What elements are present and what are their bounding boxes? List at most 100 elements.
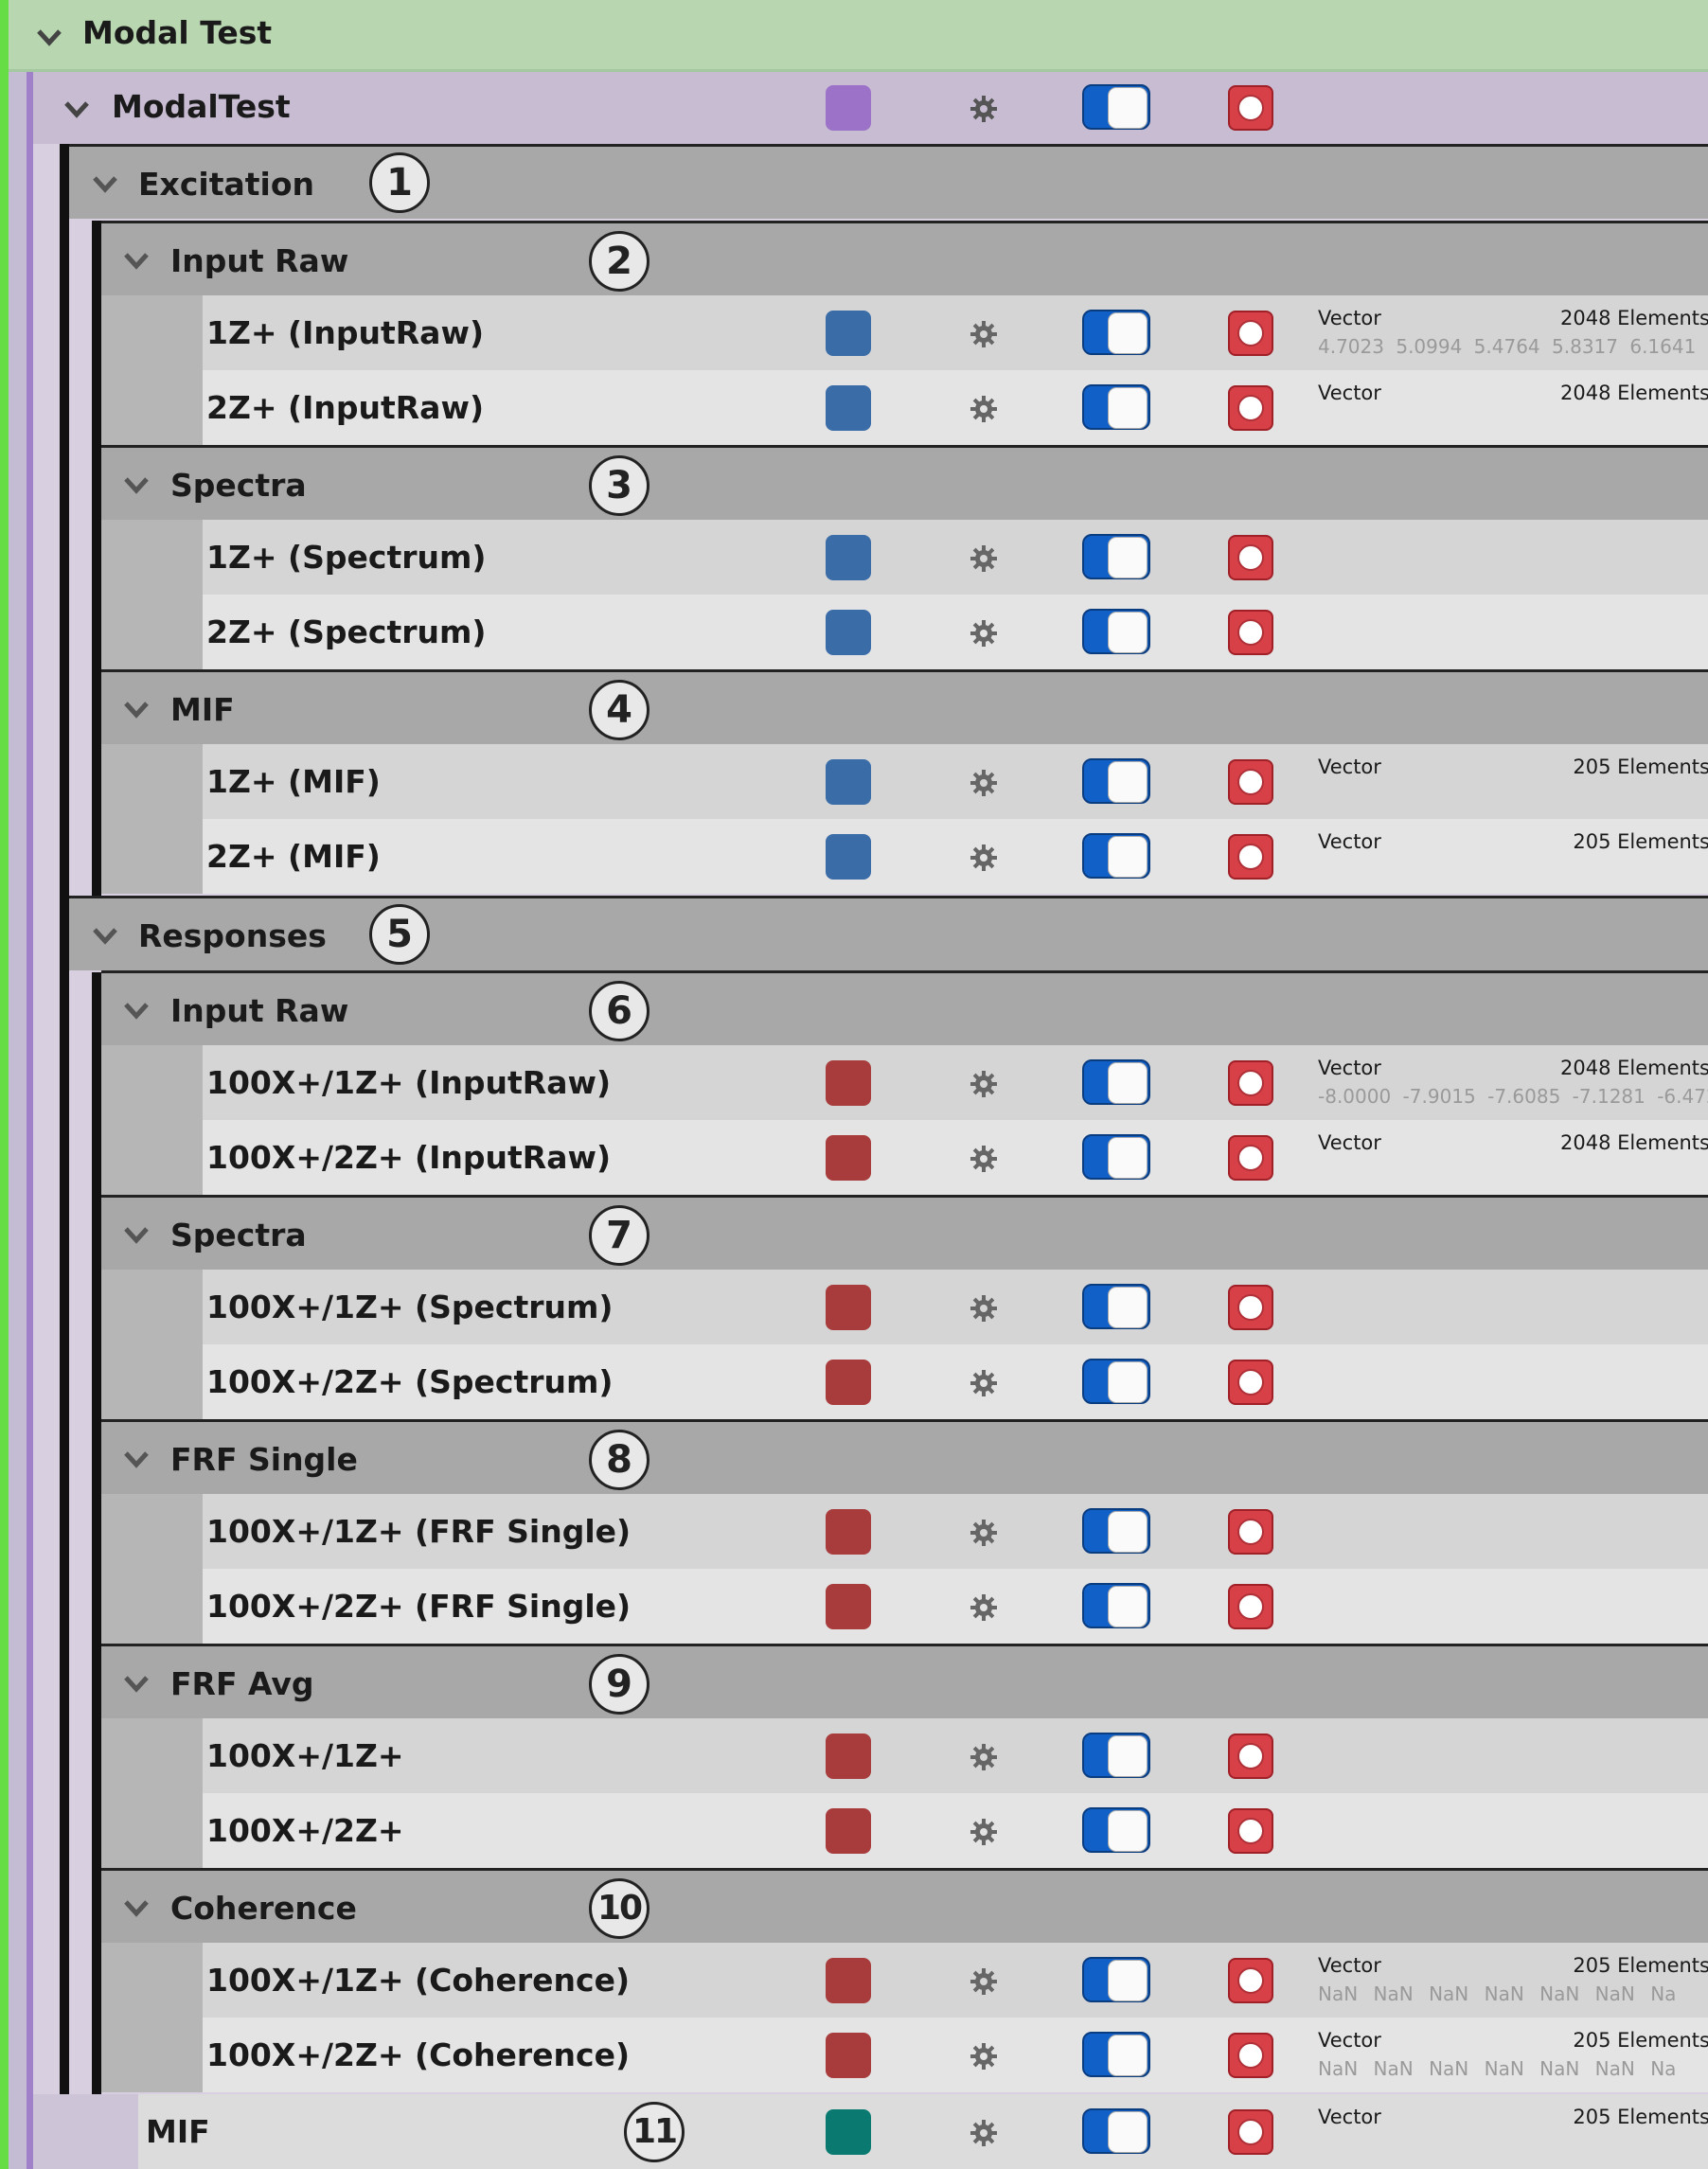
signal-row[interactable]: 100X+/2Z+ (FRF Single) [101,1569,1708,1644]
signal-row[interactable]: 2Z+ (InputRaw) Vector 2048 Elements [101,370,1708,445]
gear-icon[interactable] [969,1742,999,1772]
enable-toggle[interactable] [1082,1957,1150,2002]
gear-icon[interactable] [969,94,999,124]
enable-toggle[interactable] [1082,2108,1150,2154]
gear-icon[interactable] [969,1144,999,1174]
group-header-input-raw[interactable]: Input Raw 6 [101,970,1708,1045]
enable-toggle[interactable] [1082,1359,1150,1404]
group-header-modaltest[interactable]: ModalTest [33,72,1708,144]
signal-row[interactable]: 100X+/1Z+ (FRF Single) [101,1494,1708,1569]
chevron-down-icon[interactable] [122,695,151,723]
color-swatch[interactable] [826,610,871,655]
signal-row[interactable]: 100X+/1Z+ (InputRaw) Vector 2048 Element… [101,1045,1708,1120]
group-header-input-raw[interactable]: Input Raw 2 [101,221,1708,295]
record-button[interactable] [1228,385,1273,431]
gear-icon[interactable] [969,1368,999,1398]
color-swatch[interactable] [826,1360,871,1405]
record-button[interactable] [1228,1360,1273,1405]
chevron-down-icon[interactable] [91,169,119,198]
signal-row[interactable]: 100X+/1Z+ (Coherence) Vector 205 Element… [101,1943,1708,2018]
enable-toggle[interactable] [1082,1807,1150,1853]
enable-toggle[interactable] [1082,310,1150,355]
color-swatch[interactable] [826,1733,871,1779]
record-button[interactable] [1228,1285,1273,1330]
chevron-down-icon[interactable] [91,921,119,950]
gear-icon[interactable] [969,319,999,349]
group-header-coherence[interactable]: Coherence 10 [101,1868,1708,1943]
gear-icon[interactable] [969,394,999,424]
chevron-down-icon[interactable] [35,23,63,51]
gear-icon[interactable] [969,2118,999,2148]
record-button[interactable] [1228,2033,1273,2078]
chevron-down-icon[interactable] [62,95,91,123]
signal-row[interactable]: 1Z+ (MIF) Vector 205 Elements [101,744,1708,819]
signal-row[interactable]: 100X+/1Z+ (Spectrum) [101,1270,1708,1344]
chevron-down-icon[interactable] [122,1445,151,1473]
record-button[interactable] [1228,311,1273,356]
color-swatch[interactable] [826,1509,871,1555]
enable-toggle[interactable] [1082,1733,1150,1778]
gear-icon[interactable] [969,1069,999,1099]
signal-row-mif[interactable]: MIF 11 Vector 205 Elements [33,2094,1708,2169]
color-swatch[interactable] [826,2109,871,2155]
record-button[interactable] [1228,834,1273,880]
enable-toggle[interactable] [1082,384,1150,430]
signal-row[interactable]: 100X+/2Z+ [101,1793,1708,1868]
group-header-spectra[interactable]: Spectra 3 [101,445,1708,520]
record-button[interactable] [1228,1509,1273,1555]
gear-icon[interactable] [969,1966,999,1997]
signal-row[interactable]: 2Z+ (Spectrum) [101,595,1708,669]
enable-toggle[interactable] [1082,833,1150,879]
record-button[interactable] [1228,1733,1273,1779]
record-button[interactable] [1228,759,1273,805]
enable-toggle[interactable] [1082,1059,1150,1105]
color-swatch[interactable] [826,1135,871,1181]
gear-icon[interactable] [969,1518,999,1548]
color-swatch[interactable] [826,1808,871,1854]
enable-toggle[interactable] [1082,1508,1150,1554]
color-swatch[interactable] [826,311,871,356]
color-swatch[interactable] [826,834,871,880]
signal-row[interactable]: 1Z+ (Spectrum) [101,520,1708,595]
chevron-down-icon[interactable] [122,246,151,275]
color-swatch[interactable] [826,1584,871,1629]
gear-icon[interactable] [969,1592,999,1623]
chevron-down-icon[interactable] [122,1893,151,1922]
color-swatch[interactable] [826,1285,871,1330]
chevron-down-icon[interactable] [122,1220,151,1249]
color-swatch[interactable] [826,1060,871,1106]
gear-icon[interactable] [969,768,999,798]
record-button[interactable] [1228,1958,1273,2003]
group-header-excitation[interactable]: Excitation 1 [69,144,1708,219]
gear-icon[interactable] [969,618,999,649]
signal-row[interactable]: 100X+/2Z+ (Coherence) Vector 205 Element… [101,2018,1708,2092]
group-header-mif[interactable]: MIF 4 [101,669,1708,744]
record-button[interactable] [1228,85,1273,131]
chevron-down-icon[interactable] [122,996,151,1024]
enable-toggle[interactable] [1082,2032,1150,2077]
color-swatch[interactable] [826,385,871,431]
record-button[interactable] [1228,535,1273,580]
record-button[interactable] [1228,2109,1273,2155]
group-header-frf-avg[interactable]: FRF Avg 9 [101,1644,1708,1718]
color-swatch[interactable] [826,2033,871,2078]
record-button[interactable] [1228,1060,1273,1106]
color-swatch[interactable] [826,1958,871,2003]
signal-row[interactable]: 100X+/2Z+ (Spectrum) [101,1344,1708,1419]
color-swatch[interactable] [826,85,871,131]
enable-toggle[interactable] [1082,1583,1150,1628]
gear-icon[interactable] [969,1293,999,1324]
color-swatch[interactable] [826,759,871,805]
enable-toggle[interactable] [1082,1134,1150,1180]
enable-toggle[interactable] [1082,534,1150,579]
signal-row[interactable]: 100X+/1Z+ [101,1718,1708,1793]
enable-toggle[interactable] [1082,1284,1150,1329]
enable-toggle[interactable] [1082,609,1150,654]
record-button[interactable] [1228,1808,1273,1854]
gear-icon[interactable] [969,1817,999,1847]
gear-icon[interactable] [969,543,999,574]
gear-icon[interactable] [969,2041,999,2071]
group-header-spectra[interactable]: Spectra 7 [101,1195,1708,1270]
color-swatch[interactable] [826,535,871,580]
group-header-modal-test[interactable]: Modal Test [9,0,1708,72]
